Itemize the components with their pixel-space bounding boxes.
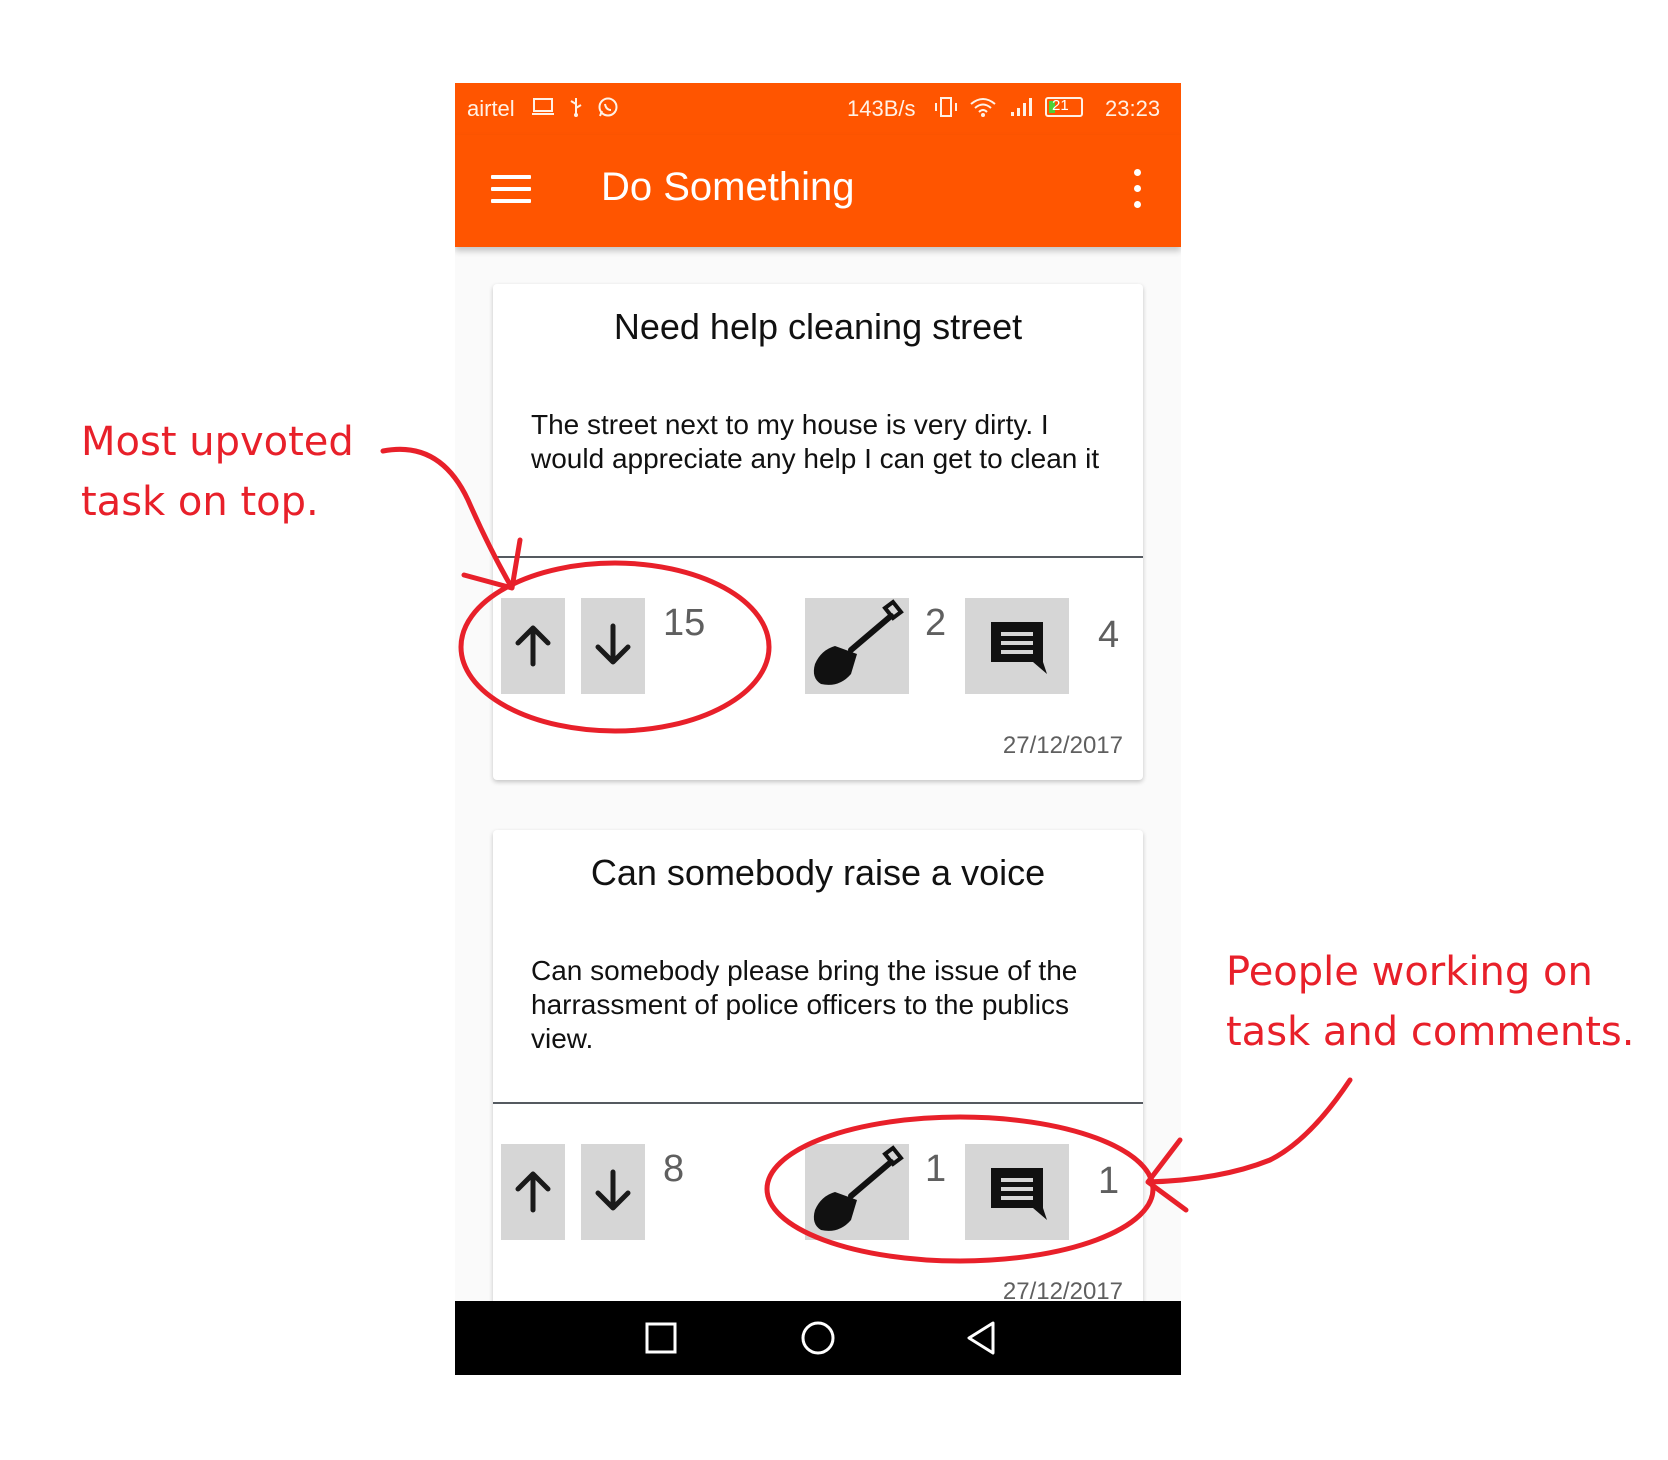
task-card[interactable]: Need help cleaning street The street nex… [493, 284, 1143, 780]
task-date: 27/12/2017 [1002, 732, 1123, 759]
task-description: Can somebody please bring the issue of t… [531, 955, 1078, 1054]
system-icons [933, 96, 1033, 124]
task-feed[interactable]: Need help cleaning street The street nex… [455, 247, 1181, 1372]
arrow-up-icon [515, 625, 551, 667]
annotation-most-upvoted: Most upvoted task on top. [81, 412, 354, 532]
whatsapp-icon [598, 97, 618, 117]
worker-count: 1 [925, 1148, 947, 1190]
shovel-icon [813, 1145, 904, 1231]
upvote-button[interactable] [501, 598, 565, 694]
downvote-button[interactable] [581, 598, 645, 694]
recent-apps-button[interactable] [636, 1315, 686, 1361]
task-card[interactable]: Can somebody raise a voice Can somebody … [493, 830, 1143, 1326]
card-divider [493, 556, 1143, 558]
phone-screen: airtel 143B/s 21 23:23 Do Something Need… [455, 83, 1181, 1375]
comment-icon [991, 1168, 1047, 1220]
comments-button[interactable] [965, 598, 1069, 694]
vote-count: 8 [663, 1148, 685, 1190]
triangle-back-icon [967, 1321, 995, 1355]
arrow-down-icon [595, 623, 631, 665]
status-clock: 23:23 [1105, 96, 1161, 121]
shovel-icon [813, 599, 904, 685]
comment-count: 4 [1098, 614, 1120, 656]
task-description: The street next to my house is very dirt… [531, 409, 1100, 474]
app-title: Do Something [601, 165, 855, 209]
status-bar: airtel 143B/s 21 23:23 [455, 83, 1181, 135]
annotation-line: task on top. [81, 479, 319, 525]
comments-button[interactable] [965, 1144, 1069, 1240]
worker-count: 2 [925, 602, 947, 644]
comment-count: 1 [1098, 1160, 1120, 1202]
carrier-label: airtel [467, 96, 515, 121]
task-title: Can somebody raise a voice [590, 852, 1046, 893]
comment-icon [991, 622, 1047, 674]
vibrate-icon [935, 97, 957, 117]
notification-icons [531, 96, 619, 124]
arrow-down-icon [595, 1169, 631, 1211]
overflow-menu-icon[interactable] [1131, 169, 1143, 211]
arrow-up-icon [515, 1171, 551, 1213]
downvote-button[interactable] [581, 1144, 645, 1240]
work-on-task-button[interactable] [805, 1144, 909, 1240]
square-icon [645, 1322, 677, 1354]
annotation-line: People working on [1226, 949, 1593, 995]
battery-label: 21 [1052, 97, 1069, 114]
app-bar: Do Something [455, 135, 1181, 247]
signal-icon [1011, 98, 1033, 116]
annotation-line: task and comments. [1226, 1009, 1635, 1055]
wifi-icon [970, 98, 996, 117]
menu-icon[interactable] [491, 175, 531, 205]
laptop-icon [532, 98, 554, 115]
task-title: Need help cleaning street [613, 306, 1023, 347]
vote-count: 15 [663, 602, 706, 644]
card-divider [493, 1102, 1143, 1104]
usb-icon [570, 98, 582, 117]
network-speed: 143B/s [847, 96, 916, 121]
back-button[interactable] [957, 1315, 1007, 1361]
battery-icon: 21 [1045, 97, 1083, 117]
annotation-people-working: People working on task and comments. [1226, 942, 1634, 1062]
upvote-button[interactable] [501, 1144, 565, 1240]
annotation-line: Most upvoted [81, 419, 354, 465]
work-on-task-button[interactable] [805, 598, 909, 694]
navigation-bar [455, 1301, 1181, 1375]
circle-icon [801, 1321, 835, 1355]
home-button[interactable] [793, 1315, 843, 1361]
